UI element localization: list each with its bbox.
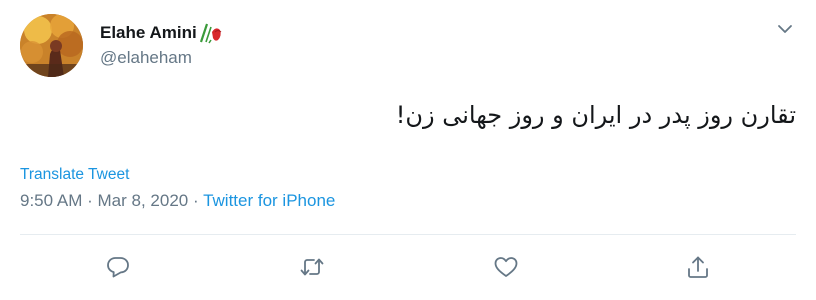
- tweet-source[interactable]: Twitter for iPhone: [203, 191, 335, 210]
- share-button[interactable]: [683, 252, 713, 282]
- heart-icon: [494, 257, 518, 277]
- meta-separator: ·: [87, 191, 93, 210]
- reply-icon: [107, 257, 129, 278]
- tweet-date[interactable]: Mar 8, 2020: [98, 191, 189, 210]
- divider: [20, 234, 796, 235]
- display-name[interactable]: Elahe Amini: [100, 22, 226, 44]
- tweet-card: Elahe Amini @elaheham تقارن روز پدر در ا…: [0, 0, 816, 300]
- tweet-time[interactable]: 9:50 AM: [20, 191, 82, 210]
- author-block[interactable]: Elahe Amini @elaheham: [100, 22, 226, 69]
- display-name-text: Elahe Amini: [100, 23, 197, 42]
- chevron-down-icon[interactable]: [776, 20, 794, 38]
- tweet-text: تقارن روز پدر در ایران و روز جهانی زن!: [395, 101, 796, 129]
- handle[interactable]: @elaheham: [100, 47, 226, 69]
- retweet-button[interactable]: [297, 252, 327, 282]
- meta-separator: ·: [192, 191, 199, 210]
- like-button[interactable]: [491, 252, 521, 282]
- action-bar: [0, 252, 816, 282]
- retweet-icon: [300, 258, 324, 276]
- tweet-metadata: 9:50 AM · Mar 8, 2020 · Twitter for iPho…: [20, 191, 335, 211]
- share-icon: [688, 256, 708, 278]
- avatar[interactable]: [20, 14, 83, 77]
- avatar-photo: [20, 14, 83, 77]
- translate-tweet-link[interactable]: Translate Tweet: [20, 166, 129, 184]
- reply-button[interactable]: [103, 252, 133, 282]
- flag-tulip-icon: [198, 22, 226, 44]
